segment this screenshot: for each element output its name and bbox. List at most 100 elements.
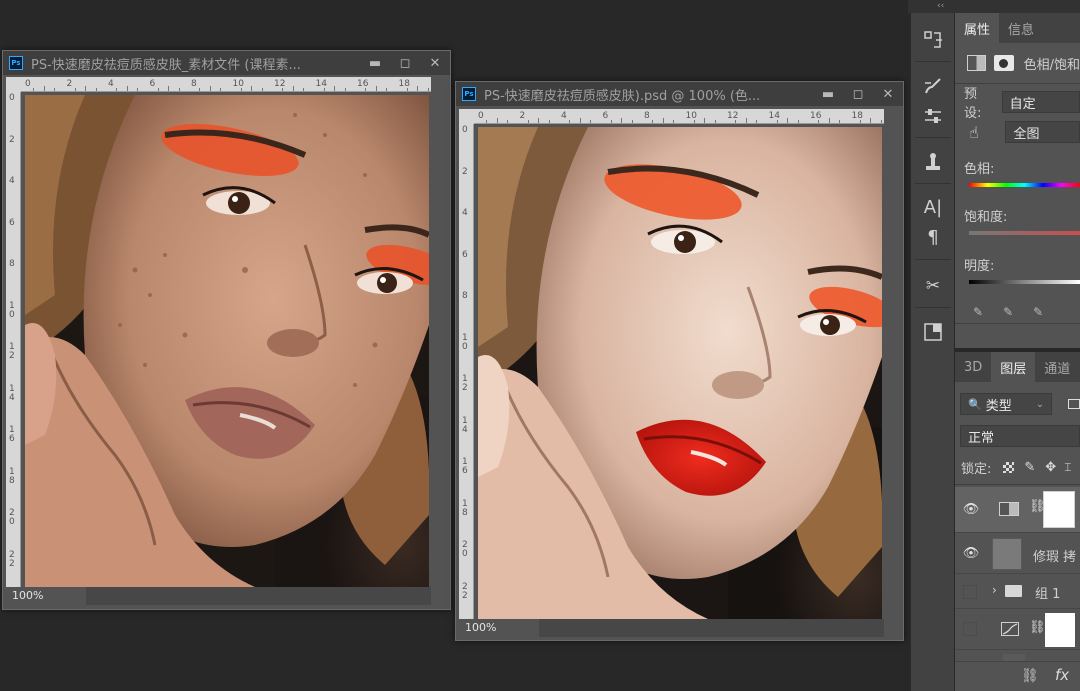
tab-3d[interactable]: 3D: [955, 352, 991, 382]
chevron-down-icon: ⌄: [1035, 398, 1045, 410]
photo-canvas-original[interactable]: [25, 95, 429, 587]
visibility-toggle-off[interactable]: [963, 585, 977, 599]
document-title-bar[interactable]: Ps PS-快速磨皮祛痘质感皮肤).psd @ 100% (色... ▬ ◻ ✕: [456, 82, 903, 106]
restore-button[interactable]: ◻: [843, 82, 873, 106]
saturation-label: 饱和度:: [964, 210, 1008, 225]
layer-mask-thumbnail[interactable]: [1043, 491, 1075, 528]
mask-icon[interactable]: [922, 321, 944, 343]
eye-visibility-icon[interactable]: 👁: [962, 546, 980, 562]
ruler-corner[interactable]: [459, 109, 474, 124]
document-window-original[interactable]: Ps PS-快速磨皮祛痘质感皮肤_素材文件 (课程素... ▬ ◻ ✕ 0 2 4 6…: [2, 50, 451, 610]
horizontal-ruler[interactable]: 0 2 4 6 8 10 12 14 16 18: [474, 109, 884, 124]
visibility-toggle-off[interactable]: [963, 622, 977, 636]
ruler-minor-tick: [486, 120, 488, 123]
zoom-status[interactable]: 100%: [6, 587, 86, 605]
collapse-panels-button[interactable]: ‹‹: [908, 0, 1080, 13]
layer-row-hue-saturation[interactable]: 👁 ⛓: [955, 487, 1080, 533]
layer-row-curves[interactable]: ⛓: [955, 610, 1080, 650]
ruler-tick-label: 4: [561, 111, 567, 121]
ruler-minor-tick: [386, 88, 388, 91]
ruler-tick-label: 1 4: [9, 383, 15, 403]
eyedropper-plus-icon[interactable]: ✎: [1003, 305, 1013, 319]
layer-row-partial[interactable]: [955, 651, 1080, 661]
photo-canvas-retouched[interactable]: [478, 127, 882, 619]
minimize-button[interactable]: ▬: [360, 51, 390, 75]
ruler-tick-label: 14: [315, 79, 327, 89]
tab-layers[interactable]: 图层: [991, 352, 1036, 382]
vertical-ruler[interactable]: 0 2 4 6 8 1 0 1 2 1 4 1 6 1 8 2 0 2 2: [459, 124, 474, 619]
ruler-minor-tick: [240, 88, 242, 91]
layer-row-pixel[interactable]: 👁 修瑕 拷: [955, 534, 1080, 574]
image-filter-icon[interactable]: [1068, 399, 1080, 409]
lock-position-icon[interactable]: ✥: [1045, 460, 1056, 475]
horizontal-ruler[interactable]: 0 2 4 6 8 10 12 14 16 18: [21, 77, 431, 92]
tab-properties[interactable]: 属性: [955, 13, 1000, 43]
layer-filter-label: 类型: [985, 398, 1012, 414]
ruler-minor-tick: [756, 120, 758, 123]
paragraph-icon[interactable]: ¶: [922, 227, 944, 249]
ruler-corner[interactable]: [6, 77, 21, 92]
ruler-tick-label: 2: [519, 111, 526, 121]
eyedropper-icon[interactable]: ✎: [973, 305, 983, 319]
layer-name[interactable]: 修瑕 拷: [1033, 546, 1076, 565]
scissors-icon[interactable]: ✂: [922, 275, 944, 297]
saturation-slider[interactable]: [969, 231, 1080, 235]
horizontal-scrollbar[interactable]: [539, 619, 884, 637]
restore-button[interactable]: ◻: [390, 51, 420, 75]
hue-slider[interactable]: [969, 183, 1080, 187]
ruler-minor-tick: [157, 88, 159, 91]
channel-row: ☝ 全图: [955, 120, 1080, 144]
lightness-slider[interactable]: [969, 280, 1080, 284]
ruler-minor-tick: [870, 118, 872, 123]
vertical-ruler[interactable]: 0 2 4 6 8 1 0 1 2 1 4 1 6 1 8 2 0 2 2: [6, 92, 21, 587]
fx-icon[interactable]: fx: [1055, 666, 1069, 684]
eyedropper-minus-icon[interactable]: ✎: [1033, 305, 1043, 319]
zoom-status[interactable]: 100%: [459, 619, 539, 637]
properties-panel: 属性 信息 色相/饱和 预设: 自定 ☝ 全图 色相: 饱和度: 明度: ✎ ✎…: [955, 13, 1080, 348]
lock-artboard-icon[interactable]: ⌶: [1064, 460, 1071, 475]
ruler-minor-tick: [43, 86, 45, 91]
layer-name[interactable]: 组 1: [1035, 583, 1060, 602]
tab-channels[interactable]: 通道: [1035, 352, 1079, 382]
ruler-tick-label: 12: [727, 111, 739, 121]
chevron-right-icon[interactable]: ›: [992, 583, 997, 597]
blend-mode-select[interactable]: 正常: [960, 425, 1080, 447]
ruler-tick-label: 2 0: [9, 508, 15, 527]
ruler-minor-tick: [209, 86, 211, 91]
ruler-minor-tick: [818, 120, 820, 123]
link-layers-icon[interactable]: ⛓: [1021, 668, 1039, 684]
targeted-adjustment-hand-icon[interactable]: ☝: [969, 123, 985, 142]
layer-row-group[interactable]: › 组 1: [955, 575, 1080, 609]
chain-link-icon[interactable]: ⛓: [1029, 620, 1046, 635]
lock-label: 锁定:: [961, 461, 992, 477]
document-window-retouched[interactable]: Ps PS-快速磨皮祛痘质感皮肤).psd @ 100% (色... ▬ ◻ ✕…: [455, 81, 904, 641]
ruler-minor-tick: [610, 120, 612, 123]
lock-image-pixels-icon[interactable]: ✎: [1024, 460, 1035, 475]
close-button[interactable]: ✕: [873, 82, 903, 106]
layer-mask-icon[interactable]: [994, 55, 1014, 71]
ruler-minor-tick: [33, 88, 35, 91]
ruler-minor-tick: [496, 118, 498, 123]
ruler-minor-tick: [787, 118, 789, 123]
lock-transparent-pixels-icon[interactable]: [1003, 461, 1015, 473]
eye-visibility-icon[interactable]: 👁: [962, 502, 980, 518]
minimize-button[interactable]: ▬: [813, 82, 843, 106]
tab-info[interactable]: 信息: [999, 13, 1043, 43]
ruler-tick-label: 2: [462, 166, 468, 177]
ruler-tick-label: 4: [108, 79, 114, 89]
channel-select[interactable]: 全图: [1005, 121, 1080, 143]
adjust-sliders-icon[interactable]: [922, 105, 944, 127]
character-icon[interactable]: A|: [922, 197, 944, 219]
ruler-tick-label: 6: [602, 111, 609, 121]
close-button[interactable]: ✕: [420, 51, 450, 75]
ruler-tick-label: 0: [462, 125, 468, 135]
layer-filter-select[interactable]: 🔍 类型 ⌄: [960, 393, 1053, 415]
brush-settings-icon[interactable]: [922, 75, 944, 97]
document-title-bar[interactable]: Ps PS-快速磨皮祛痘质感皮肤_素材文件 (课程素... ▬ ◻ ✕: [3, 51, 450, 75]
history-brush-icon[interactable]: [922, 29, 944, 51]
ruler-minor-tick: [538, 118, 540, 123]
clone-stamp-icon[interactable]: [922, 151, 944, 173]
layer-mask-thumbnail[interactable]: [1045, 613, 1075, 647]
preset-select[interactable]: 自定: [1001, 91, 1080, 113]
horizontal-scrollbar[interactable]: [86, 587, 431, 605]
